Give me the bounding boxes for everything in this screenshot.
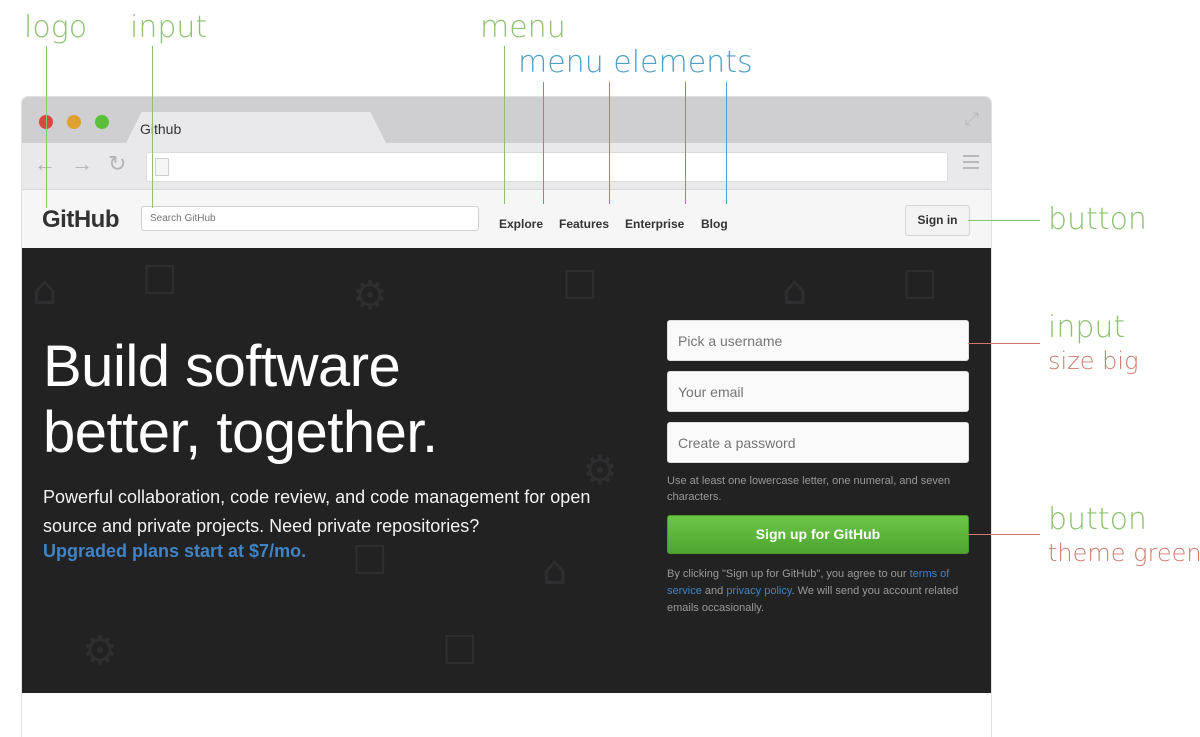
terms-text-and: and	[701, 585, 727, 597]
browser-toolbar: ← → ↻	[22, 143, 991, 190]
menu-element-leader-line	[685, 82, 686, 204]
hero-headline-line-1: Build software	[43, 334, 401, 399]
privacy-policy-link[interactable]: privacy policy	[726, 585, 791, 597]
browser-tab-title: Github	[140, 121, 182, 137]
terms-text-start: By clicking "Sign up for GitHub", you ag…	[667, 568, 910, 580]
background-pattern-icon: ☐	[442, 628, 478, 674]
forward-arrow-icon[interactable]: →	[71, 153, 93, 175]
background-pattern-icon: ⚙	[82, 628, 118, 674]
minimize-window-button[interactable]	[67, 115, 81, 129]
fullscreen-icon[interactable]: ⤢	[965, 109, 979, 130]
github-logo[interactable]: GitHub	[42, 206, 119, 234]
background-pattern-icon: ⌂	[542, 548, 568, 594]
zoom-window-button[interactable]	[95, 115, 109, 129]
hero-description: Powerful collaboration, code review, and…	[43, 487, 591, 536]
background-pattern-icon: ☐	[562, 263, 598, 309]
annotation-input: input	[130, 10, 208, 45]
annotation-button: button	[1048, 202, 1147, 237]
background-pattern-icon: ☐	[352, 538, 388, 584]
input-leader-line	[152, 46, 153, 208]
logo-leader-line	[46, 46, 47, 208]
nav-features[interactable]: Features	[559, 217, 609, 231]
sign-up-button[interactable]: Sign up for GitHub	[667, 515, 969, 554]
hero-headline-line-2: better, together.	[43, 400, 438, 465]
password-input[interactable]	[667, 422, 969, 463]
annotation-input-right: input	[1048, 310, 1126, 345]
annotation-button-right: button	[1048, 502, 1147, 537]
reload-icon[interactable]: ↻	[108, 153, 126, 175]
email-input[interactable]	[667, 371, 969, 412]
input-size-leader-line	[968, 343, 1040, 344]
terms-notice: By clicking "Sign up for GitHub", you ag…	[667, 566, 967, 617]
browser-window: Github ⤢ ← → ↻ GitHub Explore Features E…	[22, 97, 991, 737]
annotation-menu-elements: menu elements	[518, 45, 753, 80]
browser-titlebar: Github ⤢	[22, 97, 991, 143]
menu-element-leader-line	[726, 82, 727, 204]
background-pattern-icon: ☐	[902, 263, 938, 309]
background-pattern-icon: ⌂	[32, 268, 58, 314]
hero-section: ⌂ ☐ ⚙ ☐ ⌂ ☐ ⚙ ☐ ⌂ ⚙ ☐ Build software bet…	[22, 248, 991, 693]
nav-explore[interactable]: Explore	[499, 217, 543, 231]
nav-blog[interactable]: Blog	[701, 217, 728, 231]
background-pattern-icon: ⚙	[352, 273, 388, 319]
address-bar[interactable]	[146, 152, 948, 182]
upgrade-plans-link[interactable]: Upgraded plans start at $7/mo.	[43, 541, 306, 562]
hero-headline: Build software better, together.	[43, 334, 438, 466]
page-icon	[155, 158, 169, 176]
sign-in-button[interactable]: Sign in	[905, 205, 970, 236]
background-pattern-icon: ☐	[142, 258, 178, 304]
back-arrow-icon[interactable]: ←	[34, 153, 56, 175]
button-theme-leader-line	[968, 534, 1040, 535]
annotation-menu: menu	[480, 10, 566, 45]
username-input[interactable]	[667, 320, 969, 361]
nav-enterprise[interactable]: Enterprise	[625, 217, 684, 231]
menu-element-leader-line	[609, 82, 610, 204]
button-leader-line	[968, 220, 1040, 221]
background-pattern-icon: ⌂	[782, 268, 808, 314]
menu-leader-line	[504, 46, 505, 204]
hamburger-menu-icon[interactable]	[963, 155, 979, 173]
annotation-logo: logo	[24, 10, 88, 45]
annotation-theme-green: theme green	[1048, 539, 1200, 567]
password-hint: Use at least one lowercase letter, one n…	[667, 475, 951, 503]
search-input[interactable]	[141, 206, 479, 231]
menu-element-leader-line	[543, 82, 544, 204]
github-header: GitHub Explore Features Enterprise Blog …	[22, 190, 991, 249]
annotation-size-big: size big	[1048, 347, 1139, 375]
